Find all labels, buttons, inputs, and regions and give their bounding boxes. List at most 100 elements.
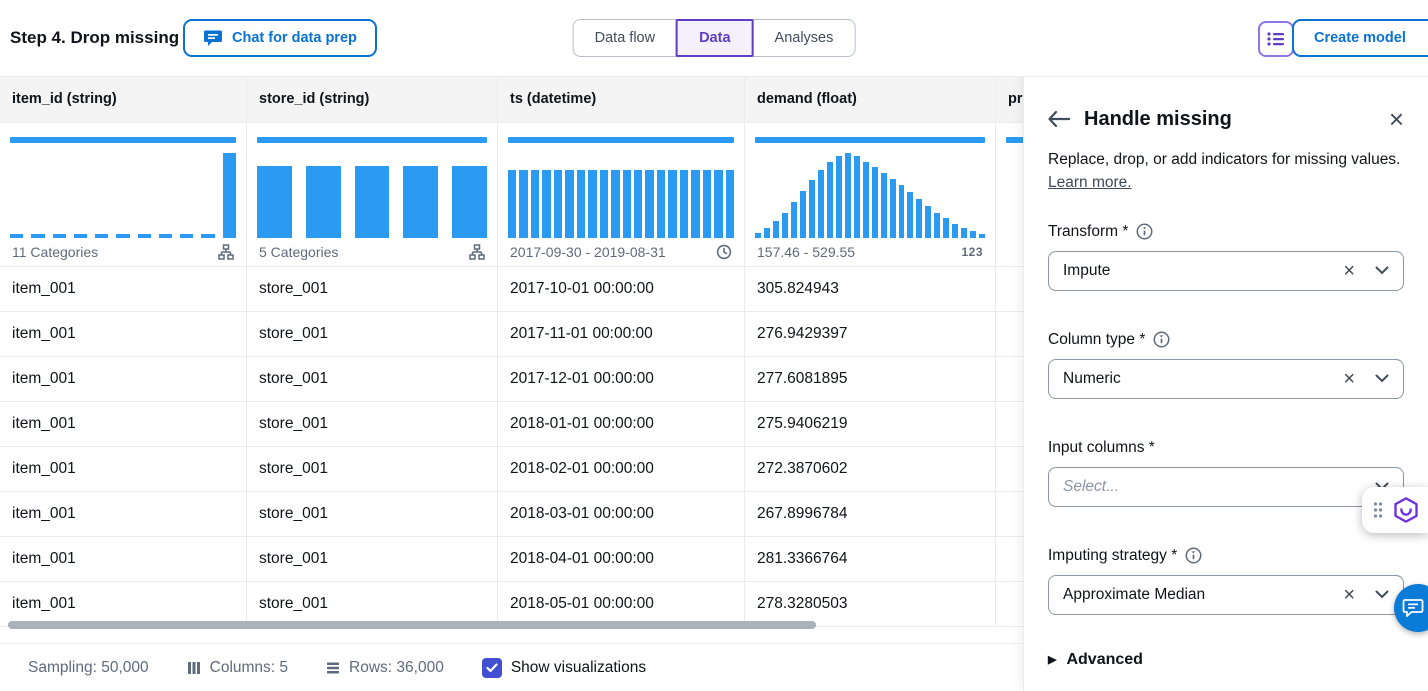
create-model-label: Create model [1314, 30, 1406, 46]
clear-icon[interactable]: × [1343, 369, 1355, 389]
histogram-bar [508, 170, 516, 238]
category-icon [218, 244, 234, 260]
histogram-bar [223, 153, 236, 238]
info-icon[interactable] [1153, 331, 1170, 348]
canvas-widget [1362, 487, 1428, 533]
table-cell: store_001 [246, 267, 497, 311]
tab-data-flow[interactable]: Data flow [573, 19, 677, 57]
histogram-bar [519, 170, 527, 238]
field-label: Imputing strategy * [1048, 547, 1177, 565]
table-cell: 277.6081895 [744, 357, 995, 401]
table-cell: 2018-03-01 00:00:00 [497, 492, 744, 536]
valid-data-bar [257, 137, 487, 143]
chevron-down-icon[interactable] [1375, 590, 1389, 599]
learn-more-link[interactable]: Learn more. [1048, 174, 1132, 191]
selected-value: Impute [1063, 262, 1110, 280]
table-header-row: item_id (string) store_id (string) ts (d… [0, 76, 1023, 123]
show-visualizations-checkbox[interactable] [482, 658, 502, 678]
column-histogram: 11 Categories [0, 123, 246, 266]
histogram-bar [668, 170, 676, 238]
histogram-bar [970, 231, 976, 238]
table-cell: 305.824943 [744, 267, 995, 311]
table-cell: 2018-04-01 00:00:00 [497, 537, 744, 581]
table-cell: 2017-12-01 00:00:00 [497, 357, 744, 401]
show-visualizations-label[interactable]: Show visualizations [511, 659, 646, 677]
horizontal-scrollbar[interactable] [8, 621, 816, 629]
histogram-bar [943, 218, 949, 238]
advanced-toggle[interactable]: ▶ Advanced [1048, 651, 1404, 669]
histogram-bar [925, 206, 931, 238]
field-label: Column type * [1048, 331, 1145, 349]
column-type-select[interactable]: Numeric × [1048, 359, 1404, 399]
table-cell: 2017-10-01 00:00:00 [497, 267, 744, 311]
table-row: item_001store_0012018-03-01 00:00:00267.… [0, 492, 1023, 537]
column-summary: 157.46 - 529.55 [757, 244, 855, 260]
tab-data[interactable]: Data [676, 19, 753, 57]
info-icon[interactable] [1185, 547, 1202, 564]
tab-analyses[interactable]: Analyses [753, 19, 856, 57]
table-body: item_001store_0012017-10-01 00:00:00305.… [0, 267, 1023, 627]
table-cell: store_001 [246, 447, 497, 491]
table-footer: Sampling: 50,000 Columns: 5 Rows: 36,000… [0, 643, 1023, 691]
steps-list-button[interactable] [1258, 21, 1294, 57]
table-cell: item_001 [0, 447, 246, 491]
column-summary: 2017-09-30 - 2019-08-31 [510, 244, 666, 260]
transform-select[interactable]: Impute × [1048, 251, 1404, 291]
column-header[interactable]: store_id (string) [246, 76, 497, 122]
table-cell [995, 492, 1023, 536]
panel-title: Handle missing [1084, 108, 1375, 131]
check-icon [486, 663, 498, 673]
histogram-bar [403, 166, 438, 238]
table-row: item_001store_0012017-11-01 00:00:00276.… [0, 312, 1023, 357]
canvas-logo-icon[interactable] [1392, 496, 1420, 524]
column-header[interactable]: demand (float) [744, 76, 995, 122]
numeric-type-icon: 123 [961, 245, 983, 259]
column-header[interactable]: item_id (string) [0, 76, 246, 122]
table-cell: item_001 [0, 582, 246, 626]
chevron-down-icon[interactable] [1375, 266, 1389, 275]
histogram-bar [577, 170, 585, 238]
columns-icon [187, 661, 201, 675]
rows-icon [326, 661, 340, 675]
page-title: Step 4. Drop missing [10, 28, 179, 48]
column-header[interactable]: ts (datetime) [497, 76, 744, 122]
column-histogram [995, 123, 1023, 266]
drag-handle-icon[interactable] [1373, 501, 1383, 519]
clear-icon[interactable]: × [1343, 585, 1355, 605]
input-columns-select[interactable]: Select... [1048, 467, 1404, 507]
transform-field: Transform * Impute × [1048, 221, 1404, 291]
column-summary: 5 Categories [259, 244, 338, 260]
back-arrow-icon[interactable] [1048, 111, 1070, 127]
table-cell: 2018-05-01 00:00:00 [497, 582, 744, 626]
advanced-label: Advanced [1066, 651, 1142, 669]
column-summary: 11 Categories [12, 244, 98, 260]
histogram-bar [907, 192, 913, 238]
imputing-strategy-field: Imputing strategy * Approximate Median × [1048, 545, 1404, 615]
histogram-bar [306, 166, 341, 238]
chat-for-data-prep-button[interactable]: Chat for data prep [183, 19, 377, 57]
imputing-strategy-select[interactable]: Approximate Median × [1048, 575, 1404, 615]
valid-data-bar [10, 137, 236, 143]
column-type-field: Column type * Numeric × [1048, 329, 1404, 399]
histogram-bar [623, 170, 631, 238]
table-cell: store_001 [246, 582, 497, 626]
histogram-bar [542, 170, 550, 238]
selected-value: Numeric [1063, 370, 1121, 388]
table-cell [995, 267, 1023, 311]
histogram-bar [257, 166, 292, 238]
category-icon [469, 244, 485, 260]
close-icon[interactable]: × [1389, 106, 1404, 132]
clock-icon [716, 244, 732, 260]
histogram-bar [691, 170, 699, 238]
top-bar: Step 4. Drop missing Chat for data prep … [0, 0, 1428, 77]
chat-button-label: Chat for data prep [232, 30, 357, 46]
clear-icon[interactable]: × [1343, 261, 1355, 281]
chevron-down-icon[interactable] [1375, 374, 1389, 383]
column-header[interactable]: pr [995, 76, 1023, 122]
histogram-bar [657, 170, 665, 238]
sampling-stat: Sampling: 50,000 [28, 659, 149, 677]
histogram-row: 11 Categories 5 Categories 2017-09-30 - … [0, 123, 1023, 267]
create-model-button[interactable]: Create model [1292, 19, 1428, 57]
info-icon[interactable] [1136, 223, 1153, 240]
histogram-bar [611, 170, 619, 238]
